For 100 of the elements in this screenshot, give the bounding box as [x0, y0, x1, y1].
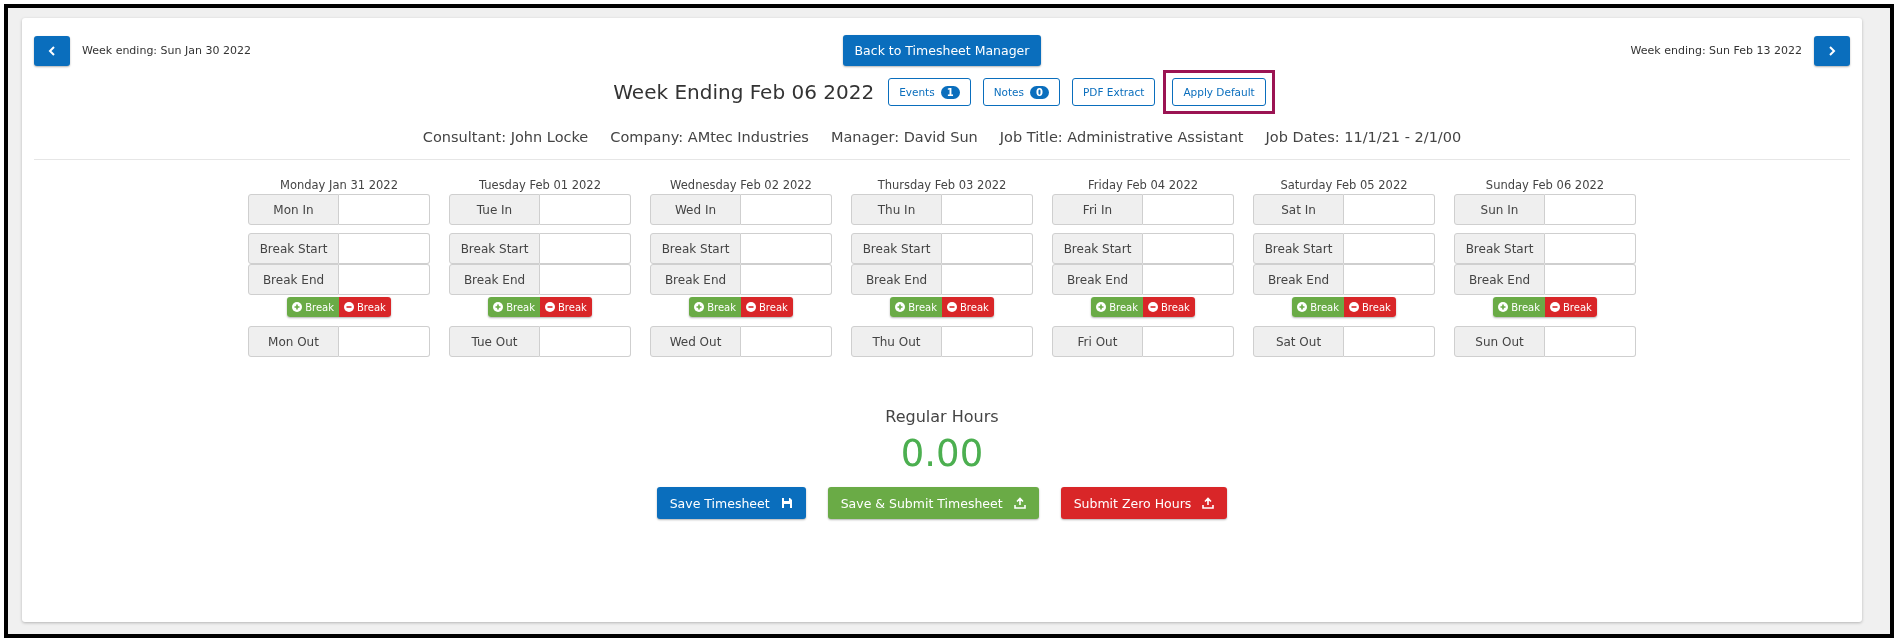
add-break-button[interactable]: Break [689, 297, 741, 317]
day-heading: Sunday Feb 06 2022 [1485, 177, 1605, 194]
toolbar-button[interactable]: Notes 0 [982, 78, 1060, 106]
time-input[interactable] [1344, 264, 1435, 295]
time-input[interactable] [1143, 326, 1234, 357]
info-text: Job Title: Administrative Assistant [999, 129, 1244, 145]
time-input[interactable] [942, 194, 1033, 225]
time-input[interactable] [339, 264, 430, 295]
previous-week-button[interactable] [34, 35, 70, 66]
field-label: Sun Out [1454, 326, 1545, 357]
upload-icon [1202, 497, 1215, 509]
field-label: Break Start [1253, 233, 1344, 264]
count-badge: 1 [940, 85, 960, 99]
time-input[interactable] [339, 326, 430, 357]
time-input[interactable] [1344, 194, 1435, 225]
time-input[interactable] [540, 326, 631, 357]
time-input[interactable] [942, 264, 1033, 295]
time-input[interactable] [741, 264, 832, 295]
time-input[interactable] [942, 326, 1033, 357]
field-label: Fri Out [1052, 326, 1143, 357]
remove-break-button[interactable]: Break [1545, 297, 1597, 317]
info-text: Company: AMtec Industries [610, 129, 809, 145]
field-label: Tue Out [449, 326, 540, 357]
time-input[interactable] [339, 194, 430, 225]
field-label: Sat Out [1253, 326, 1344, 357]
info-text: Job Dates: 11/1/21 - 2/1/00 [1265, 129, 1462, 145]
field-label: Break Start [449, 233, 540, 264]
remove-break-button[interactable]: Break [339, 297, 391, 317]
next-week-button[interactable] [1814, 35, 1850, 66]
field-label: Break End [650, 264, 741, 295]
time-input[interactable] [741, 233, 832, 264]
previous-week-label: Week ending: Sun Jan 30 2022 [82, 44, 251, 57]
action-button[interactable]: Save Timesheet [656, 487, 806, 519]
page-title: Week Ending Feb 06 2022 [613, 80, 875, 104]
field-label: Thu In [851, 194, 942, 225]
time-input[interactable] [1143, 233, 1234, 264]
time-input[interactable] [339, 233, 430, 264]
time-input[interactable] [540, 194, 631, 225]
add-break-button[interactable]: Break [890, 297, 942, 317]
minus-circle-icon [545, 302, 555, 312]
time-input[interactable] [1545, 326, 1636, 357]
back-button[interactable]: Back to Timesheet Manager [842, 35, 1042, 66]
info-text: Manager: David Sun [830, 129, 978, 145]
toolbar-button[interactable]: PDF Extract [1072, 78, 1156, 106]
minus-circle-icon [344, 302, 354, 312]
time-input[interactable] [741, 194, 832, 225]
time-input[interactable] [1344, 326, 1435, 357]
plus-circle-icon [292, 302, 303, 312]
info-text: Consultant: John Locke [422, 129, 589, 145]
day-heading: Monday Jan 31 2022 [280, 177, 398, 194]
time-input[interactable] [741, 326, 832, 357]
time-input[interactable] [540, 233, 631, 264]
minus-circle-icon [947, 302, 957, 312]
add-break-button[interactable]: Break [1091, 297, 1143, 317]
field-label: Break End [1454, 264, 1545, 295]
day-heading: Saturday Feb 05 2022 [1280, 177, 1408, 194]
day-heading: Tuesday Feb 01 2022 [479, 177, 601, 194]
time-input[interactable] [1143, 194, 1234, 225]
remove-break-button[interactable]: Break [741, 297, 793, 317]
add-break-button[interactable]: Break [488, 297, 540, 317]
toolbar-button[interactable]: Events 1 [888, 78, 971, 106]
upload-icon [1013, 497, 1026, 509]
field-label: Break Start [248, 233, 339, 264]
field-label: Wed In [650, 194, 741, 225]
count-badge: 0 [1030, 85, 1049, 99]
plus-circle-icon [1096, 302, 1107, 312]
day-heading: Thursday Feb 03 2022 [877, 177, 1007, 194]
minus-circle-icon [746, 302, 756, 312]
plus-circle-icon [1498, 302, 1509, 312]
action-button[interactable]: Save & Submit Timesheet [827, 487, 1039, 519]
field-label: Wed Out [650, 326, 741, 357]
toolbar-button[interactable]: Apply Default [1172, 78, 1266, 106]
time-input[interactable] [1143, 264, 1234, 295]
remove-break-button[interactable]: Break [1344, 297, 1396, 317]
field-label: Mon Out [248, 326, 339, 357]
minus-circle-icon [1550, 302, 1560, 312]
remove-break-button[interactable]: Break [1143, 297, 1195, 317]
next-week-label: Week ending: Sun Feb 13 2022 [1630, 44, 1802, 57]
time-input[interactable] [540, 264, 631, 295]
add-break-button[interactable]: Break [1292, 297, 1344, 317]
field-label: Sat In [1253, 194, 1344, 225]
chevron-left-icon [47, 45, 57, 56]
time-input[interactable] [1545, 233, 1636, 264]
field-label: Break End [1253, 264, 1344, 295]
remove-break-button[interactable]: Break [540, 297, 592, 317]
plus-circle-icon [694, 302, 705, 312]
day-heading: Wednesday Feb 02 2022 [670, 177, 812, 194]
day-heading: Friday Feb 04 2022 [1087, 177, 1199, 194]
add-break-button[interactable]: Break [1493, 297, 1545, 317]
field-label: Break Start [1052, 233, 1143, 264]
remove-break-button[interactable]: Break [942, 297, 994, 317]
time-input[interactable] [1545, 264, 1636, 295]
total-label: Regular Hours [885, 407, 999, 426]
action-button[interactable]: Submit Zero Hours [1060, 487, 1228, 519]
time-input[interactable] [942, 233, 1033, 264]
time-input[interactable] [1344, 233, 1435, 264]
field-label: Break End [1052, 264, 1143, 295]
field-label: Tue In [449, 194, 540, 225]
time-input[interactable] [1545, 194, 1636, 225]
add-break-button[interactable]: Break [287, 297, 339, 317]
